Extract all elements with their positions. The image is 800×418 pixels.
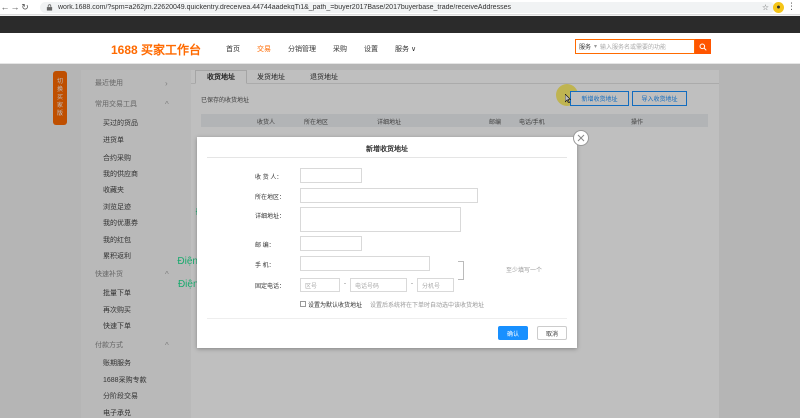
phone-number-input[interactable]: 电话号码 <box>350 278 407 292</box>
search-input[interactable]: 输入服务名或需要的功能 <box>600 42 666 51</box>
area-code-input[interactable]: 区号 <box>300 278 340 292</box>
close-icon <box>577 134 585 142</box>
nav-services[interactable]: 服务 ∨ <box>395 44 416 54</box>
top-dark-bar <box>0 16 800 33</box>
url-text: work.1688.com/?spm=a262jm.22620049.quick… <box>58 4 511 11</box>
mobile-label: 手 机： <box>255 263 275 269</box>
dash-separator: - <box>344 281 346 287</box>
default-address-checkbox[interactable] <box>300 301 306 307</box>
nav-purchase[interactable]: 采购 <box>333 44 347 54</box>
service-search[interactable]: 服务 ▾ 输入服务名或需要的功能 <box>575 39 695 54</box>
search-button[interactable] <box>695 39 711 54</box>
nav-home[interactable]: 首页 <box>226 44 240 54</box>
add-address-dialog: 新增收货地址 收 货 人： 所在地区： 详细地址： 邮 编： 手 机： 至少填写… <box>197 137 577 348</box>
lock-icon <box>46 4 53 11</box>
zip-input[interactable] <box>300 236 362 251</box>
dialog-title: 新增收货地址 <box>366 146 408 153</box>
address-textarea[interactable] <box>300 207 461 232</box>
region-label: 所在地区： <box>255 195 286 201</box>
region-select[interactable] <box>300 188 478 203</box>
browser-menu-icon[interactable]: ⋮ <box>787 1 796 12</box>
search-scope[interactable]: 服务 <box>576 42 594 51</box>
dash-separator: - <box>411 281 413 287</box>
close-dialog-button[interactable] <box>573 130 589 146</box>
nav-distribution[interactable]: 分销管理 <box>288 44 316 54</box>
site-header: 1688 买家工作台 首页 交易 分销管理 采购 设置 服务 ∨ 服务 ▾ 输入… <box>0 33 800 64</box>
address-label: 详细地址： <box>255 214 286 220</box>
forward-icon[interactable]: → <box>10 0 20 15</box>
dialog-footer-divider <box>207 318 567 319</box>
address-bar[interactable]: work.1688.com/?spm=a262jm.22620049.quick… <box>40 2 775 13</box>
chevron-down-icon: ▾ <box>594 44 598 50</box>
reload-icon[interactable]: ↻ <box>20 0 30 15</box>
confirm-button[interactable]: 确认 <box>498 326 528 340</box>
dialog-divider <box>207 157 567 158</box>
back-icon[interactable]: ← <box>0 0 10 15</box>
phone-bracket <box>458 261 464 280</box>
bookmark-star-icon[interactable]: ☆ <box>762 3 769 12</box>
profile-avatar-icon[interactable]: ● <box>773 2 784 13</box>
phone-required-note: 至少填写一个 <box>506 268 543 274</box>
search-icon <box>699 43 707 51</box>
default-address-note: 设置后系统将在下单时自动选中该收货地址 <box>370 303 485 309</box>
browser-toolbar: ← → ↻ work.1688.com/?spm=a262jm.22620049… <box>0 0 800 15</box>
site-logo[interactable]: 1688 买家工作台 <box>111 41 201 58</box>
landline-label: 固定电话： <box>255 284 286 290</box>
mobile-input[interactable] <box>300 256 430 271</box>
extension-input[interactable]: 分机号 <box>417 278 454 292</box>
cancel-button[interactable]: 取消 <box>537 326 567 340</box>
receiver-input[interactable] <box>300 168 362 183</box>
zip-label: 邮 编： <box>255 243 275 249</box>
top-navigation: 首页 交易 分销管理 采购 设置 服务 ∨ <box>226 44 433 54</box>
default-address-label[interactable]: 设置为默认收货地址 <box>308 300 362 309</box>
nav-trade[interactable]: 交易 <box>257 44 271 54</box>
receiver-label: 收 货 人： <box>255 175 283 181</box>
nav-settings[interactable]: 设置 <box>364 44 378 54</box>
